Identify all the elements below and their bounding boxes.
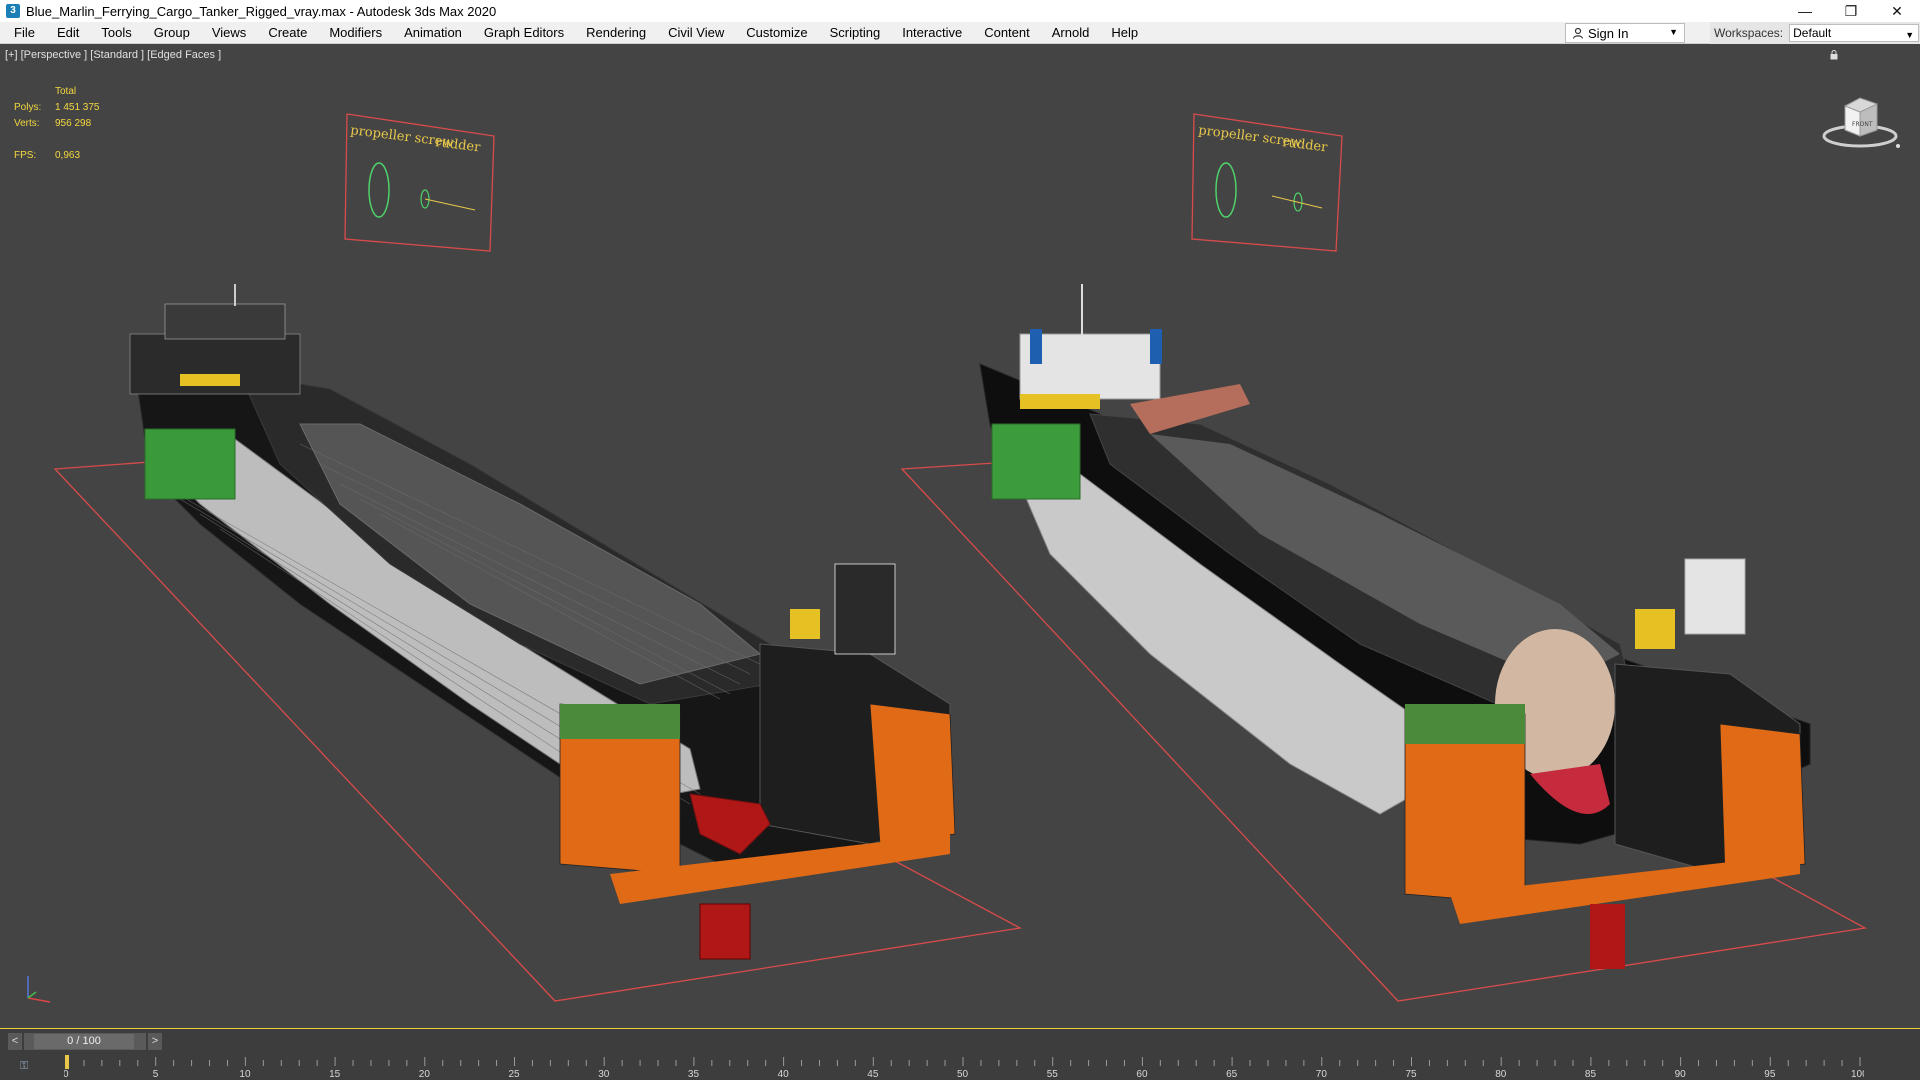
- key-filter-icon[interactable]: ⚿: [20, 1060, 40, 1076]
- frame-tick-label: 35: [688, 1069, 700, 1080]
- menu-file[interactable]: File: [0, 22, 46, 44]
- stats-total-label: Total: [55, 86, 77, 97]
- minimize-button[interactable]: —: [1782, 0, 1828, 22]
- viewcube[interactable]: FRONT: [1820, 84, 1900, 154]
- workspace-select[interactable]: Default ▼: [1789, 24, 1920, 42]
- sign-in-label: Sign In: [1588, 25, 1629, 41]
- scene-statistics: Total Polys: 1 451 375 Verts: 956 298 FPS:…: [14, 84, 100, 164]
- 3ds-max-window: 3 Blue_Marlin_Ferrying_Cargo_Tanker_Rigg…: [0, 0, 1920, 1080]
- user-icon: [1572, 27, 1584, 39]
- menu-interactive[interactable]: Interactive: [891, 22, 973, 44]
- controller-panel-right: propeller screw rudder: [1191, 113, 1343, 252]
- frame-tick-label: 100: [1851, 1069, 1864, 1080]
- prev-frame-button[interactable]: <: [8, 1033, 22, 1050]
- current-frame-marker[interactable]: [65, 1055, 69, 1069]
- menu-content[interactable]: Content: [973, 22, 1041, 44]
- next-frame-button[interactable]: >: [148, 1033, 162, 1050]
- frame-tick-label: 15: [329, 1069, 341, 1080]
- menu-customize[interactable]: Customize: [735, 22, 818, 44]
- menu-create[interactable]: Create: [257, 22, 318, 44]
- time-slider[interactable]: < 0 / 100 >: [8, 1033, 162, 1050]
- menu-help[interactable]: Help: [1100, 22, 1149, 44]
- menu-modifiers[interactable]: Modifiers: [318, 22, 393, 44]
- close-button[interactable]: ✕: [1874, 0, 1920, 22]
- viewport-scene[interactable]: propeller screw rudder propeller screw r…: [0, 44, 1920, 1029]
- menu-rendering[interactable]: Rendering: [575, 22, 657, 44]
- menu-tools[interactable]: Tools: [90, 22, 142, 44]
- frame-tick-label: 75: [1406, 1069, 1418, 1080]
- stats-polys-value: 1 451 375: [55, 102, 100, 113]
- frame-tick-label: 70: [1316, 1069, 1328, 1080]
- menu-arnold[interactable]: Arnold: [1041, 22, 1101, 44]
- menu-edit[interactable]: Edit: [46, 22, 90, 44]
- workspaces-control: Workspaces: Default ▼: [1710, 22, 1920, 44]
- stats-fps-value: 0,963: [55, 150, 81, 161]
- chevron-down-icon: ▼: [1905, 30, 1915, 40]
- panel-label-rudder: rudder: [1282, 135, 1329, 155]
- frame-tick-label: 30: [598, 1069, 610, 1080]
- stats-fps-label: FPS:: [14, 150, 37, 161]
- ship-wireframe-left: [129, 284, 956, 960]
- chevron-down-icon: ▼: [1669, 27, 1678, 37]
- axis-tripod-icon: [27, 976, 51, 1003]
- frame-tick-label: 90: [1675, 1069, 1687, 1080]
- frame-tick-label: 80: [1495, 1069, 1507, 1080]
- menu-animation[interactable]: Animation: [393, 22, 473, 44]
- frame-tick-label: 45: [867, 1069, 879, 1080]
- menu-views[interactable]: Views: [201, 22, 257, 44]
- workspaces-label: Workspaces:: [1714, 26, 1784, 40]
- track-bar[interactable]: ⚿ 0 5 10 15 20 25 30 35 40 45 50 55 60 65 70 75 80 85 90 95…: [0, 1055, 1920, 1080]
- frame-tick-label: 0: [64, 1069, 69, 1080]
- frame-tick-label: 5: [153, 1069, 159, 1080]
- frame-ruler[interactable]: 0 5 10 15 20 25 30 35 40 45 50 55 60 65 70 75 80 85 90 95 10…: [64, 1055, 1864, 1080]
- time-controls: < 0 / 100 > ⚿ 0 5 10 15 20 25 30 35 40 45 50 55 60 65…: [0, 1029, 1920, 1080]
- 3ds-max-icon: 3: [6, 4, 20, 18]
- controller-panel-left: propeller screw rudder: [344, 113, 495, 252]
- frame-tick-label: 50: [957, 1069, 969, 1080]
- window-title: Blue_Marlin_Ferrying_Cargo_Tanker_Rigged…: [26, 3, 497, 19]
- frame-tick-label: 60: [1136, 1069, 1148, 1080]
- viewport-label[interactable]: [+] [Perspective ] [Standard ] [Edged Fa…: [5, 49, 221, 61]
- perspective-viewport[interactable]: propeller screw rudder propeller screw r…: [0, 44, 1920, 1029]
- workspace-value: Default: [1793, 26, 1832, 40]
- menu-graph-editors[interactable]: Graph Editors: [473, 22, 575, 44]
- restore-button[interactable]: ❐: [1828, 0, 1874, 22]
- menu-group[interactable]: Group: [143, 22, 201, 44]
- frame-tick-label: 40: [778, 1069, 790, 1080]
- menu-civil-view[interactable]: Civil View: [657, 22, 735, 44]
- frame-tick-label: 95: [1764, 1069, 1776, 1080]
- title-bar: 3 Blue_Marlin_Ferrying_Cargo_Tanker_Rigg…: [0, 0, 1920, 22]
- frame-tick-label: 10: [239, 1069, 251, 1080]
- time-slider-track[interactable]: 0 / 100: [24, 1033, 146, 1050]
- menu-bar: File Edit Tools Group Views Create Modif…: [0, 22, 1920, 44]
- panel-label-rudder: rudder: [435, 135, 482, 155]
- sign-in-dropdown[interactable]: Sign In ▼: [1565, 23, 1685, 43]
- ship-textured-right: [979, 284, 1811, 969]
- menu-scripting[interactable]: Scripting: [819, 22, 892, 44]
- frame-tick-label: 55: [1047, 1069, 1059, 1080]
- frame-tick-label: 25: [509, 1069, 521, 1080]
- stats-verts-value: 956 298: [55, 118, 92, 129]
- frame-tick-label: 20: [419, 1069, 431, 1080]
- stats-verts-label: Verts:: [14, 118, 40, 129]
- frame-tick-label: 65: [1226, 1069, 1238, 1080]
- frame-tick-label: 85: [1585, 1069, 1597, 1080]
- lock-icon[interactable]: [1830, 50, 1838, 60]
- viewcube-face-label: FRONT: [1852, 121, 1873, 128]
- stats-polys-label: Polys:: [14, 102, 42, 113]
- time-slider-thumb[interactable]: 0 / 100: [34, 1034, 134, 1049]
- window-controls: — ❐ ✕: [1782, 0, 1920, 22]
